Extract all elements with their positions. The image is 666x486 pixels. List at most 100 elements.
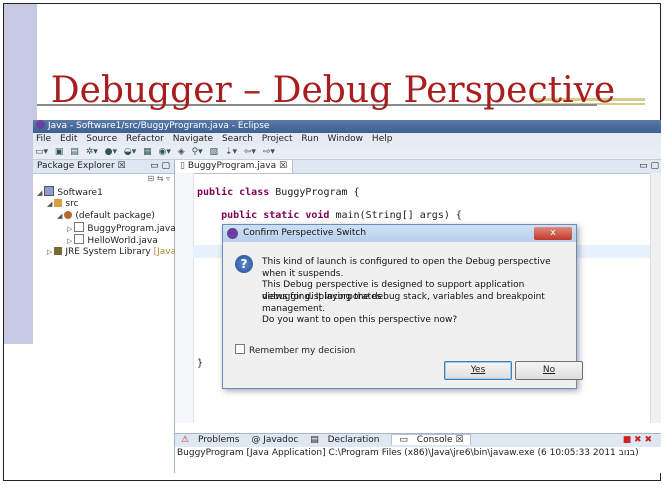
dialog-message-2b: views for displaying the debug stack, va…	[262, 292, 545, 314]
annotation-icon[interactable]: ▧	[210, 147, 219, 157]
question-icon: ?	[235, 255, 253, 273]
tree-item-label: Software1	[57, 188, 103, 198]
maximize-icon[interactable]: ▭ ▢	[639, 160, 659, 173]
yes-button[interactable]: Yes	[444, 361, 512, 380]
debug-icon[interactable]: ✲▾	[86, 147, 98, 157]
run-icon[interactable]: ●▾	[105, 147, 117, 157]
yes-button-label: Yes	[470, 365, 486, 375]
bottom-panel: ⚠ Problems @ Javadoc ▤ Declaration ▭ Con…	[175, 433, 661, 473]
menu-project[interactable]: Project	[262, 134, 293, 144]
problems-icon: ⚠	[181, 435, 190, 445]
editor-tab-bar: ▯ BuggyProgram.java ☒ ▭ ▢	[175, 160, 661, 174]
tree-item-jre-library[interactable]: ▷ JRE System Library [JavaSE-	[33, 246, 191, 258]
menu-navigate[interactable]: Navigate	[173, 134, 213, 144]
remember-decision-checkbox[interactable]: Remember my decision	[235, 344, 355, 356]
open-type-icon[interactable]: ◈	[178, 147, 185, 157]
new-package-icon[interactable]: ◉▾	[159, 147, 171, 157]
collapsed-icon[interactable]: ▷	[47, 248, 52, 256]
menu-edit[interactable]: Edit	[60, 134, 77, 144]
view-menu-icon[interactable]: ▿	[166, 174, 170, 183]
tab-problems[interactable]: ⚠ Problems	[178, 435, 242, 445]
window-title: Java - Software1/src/BuggyProgram.java -…	[48, 121, 270, 131]
menu-run[interactable]: Run	[301, 134, 318, 144]
tree-item-buggyprogram[interactable]: ▷ BuggyProgram.java	[33, 222, 176, 234]
expanded-icon[interactable]: ◢	[47, 200, 52, 208]
dialog-title: Confirm Perspective Switch	[243, 228, 367, 238]
code-keyword: public class	[197, 187, 270, 198]
dialog-message-3: Do you want to open this perspective now…	[262, 315, 458, 325]
confirm-perspective-dialog: Confirm Perspective Switch x ? This kind…	[222, 224, 583, 389]
package-explorer-tab[interactable]: Package Explorer ☒ ▭ ▢	[33, 160, 174, 174]
tree-item-label: JRE System Library	[65, 247, 151, 257]
menu-search[interactable]: Search	[222, 134, 253, 144]
collapse-all-icon[interactable]: ⊟	[147, 174, 154, 183]
checkbox-label: Remember my decision	[249, 346, 356, 356]
package-explorer: Package Explorer ☒ ▭ ▢ ⊟ ⇆ ▿ ◢ Software1 …	[33, 160, 191, 473]
close-button[interactable]: x	[534, 227, 572, 240]
new-icon[interactable]: ▭▾	[35, 147, 48, 157]
code-line: }	[197, 358, 204, 369]
eclipse-icon	[227, 228, 238, 239]
collapsed-icon[interactable]: ▷	[67, 237, 72, 245]
menu-refactor[interactable]: Refactor	[126, 134, 164, 144]
java-file-icon: ▯	[180, 161, 188, 171]
menu-help[interactable]: Help	[372, 134, 393, 144]
print-icon[interactable]: ▤	[70, 147, 79, 157]
console-icon: ▭	[399, 435, 408, 445]
back-icon[interactable]: ⇦▾	[244, 147, 256, 157]
expanded-icon[interactable]: ◢	[37, 189, 42, 197]
toolbar: ▭▾ ▣ ▤ ✲▾ ●▾ ◒▾ ▦ ◉▾ ◈ ⚲▾ ▧ ⇣▾ ⇦▾ ⇨▾	[33, 145, 661, 160]
project-icon	[44, 186, 55, 196]
code-line: public class BuggyProgram {	[197, 187, 360, 198]
code-line: public static void main(String[] args) {	[197, 210, 462, 221]
tree-item-label: (default package)	[75, 211, 155, 221]
external-tools-icon[interactable]: ◒▾	[124, 147, 136, 157]
package-icon	[64, 211, 73, 219]
forward-icon[interactable]: ⇨▾	[263, 147, 275, 157]
code-text: main(String[] args) {	[329, 210, 462, 221]
tree-item-label: src	[65, 199, 79, 209]
slide-title: Debugger – Debug Perspective	[50, 70, 616, 111]
checkbox-box[interactable]	[235, 344, 245, 354]
package-explorer-tab-label: Package Explorer ☒	[37, 161, 126, 171]
editor-tab-label: BuggyProgram.java ☒	[187, 161, 288, 171]
expanded-icon[interactable]: ◢	[57, 212, 62, 220]
tab-console[interactable]: ▭ Console ☒	[391, 434, 472, 445]
next-annotation-icon[interactable]: ⇣▾	[225, 147, 237, 157]
bottom-tab-bar: ⚠ Problems @ Javadoc ▤ Declaration ▭ Con…	[175, 434, 661, 447]
editor-tab-buggyprogram[interactable]: ▯ BuggyProgram.java ☒	[175, 160, 294, 173]
save-icon[interactable]: ▣	[55, 147, 64, 157]
terminate-icon[interactable]: ■ ✖ ✖	[623, 434, 652, 447]
menu-bar: File Edit Source Refactor Navigate Searc…	[33, 133, 661, 145]
tree-item-helloworld[interactable]: ▷ HelloWorld.java	[33, 234, 174, 246]
code-text: BuggyProgram {	[275, 187, 360, 198]
no-button[interactable]: No	[515, 361, 583, 380]
tab-label: Console ☒	[416, 435, 464, 445]
code-keyword: public static void	[197, 210, 330, 221]
new-java-project-icon[interactable]: ▦	[143, 147, 152, 157]
collapsed-icon[interactable]: ▷	[67, 225, 72, 233]
tab-label: Problems	[197, 435, 240, 445]
menu-file[interactable]: File	[36, 134, 51, 144]
link-editor-icon[interactable]: ⇆	[157, 174, 164, 183]
menu-window[interactable]: Window	[328, 134, 364, 144]
tree-item-label: BuggyProgram.java	[87, 224, 176, 234]
window-titlebar: Java - Software1/src/BuggyProgram.java -…	[33, 120, 661, 133]
java-file-icon	[74, 234, 85, 244]
no-button-label: No	[542, 365, 556, 375]
tab-javadoc[interactable]: @ Javadoc	[251, 435, 298, 445]
tree-item-label: HelloWorld.java	[87, 236, 158, 246]
dialog-titlebar: Confirm Perspective Switch x	[223, 225, 576, 242]
package-explorer-toolbar: ⊟ ⇆ ▿	[33, 174, 174, 186]
tree-item-default-package[interactable]: ◢ (default package)	[33, 210, 174, 222]
tab-declaration[interactable]: ▤ Declaration	[307, 435, 382, 445]
eclipse-window: Java - Software1/src/BuggyProgram.java -…	[33, 120, 661, 473]
minimize-icon[interactable]: ▭ ▢	[150, 160, 170, 173]
tree-item-src[interactable]: ◢ src	[33, 198, 174, 210]
menu-source[interactable]: Source	[86, 134, 117, 144]
vertical-scrollbar[interactable]	[650, 173, 661, 423]
library-icon	[54, 247, 63, 255]
search-icon[interactable]: ⚲▾	[192, 147, 203, 157]
dialog-message-1: This kind of launch is configured to ope…	[262, 257, 551, 279]
tree-item-software1[interactable]: ◢ Software1	[33, 186, 174, 198]
